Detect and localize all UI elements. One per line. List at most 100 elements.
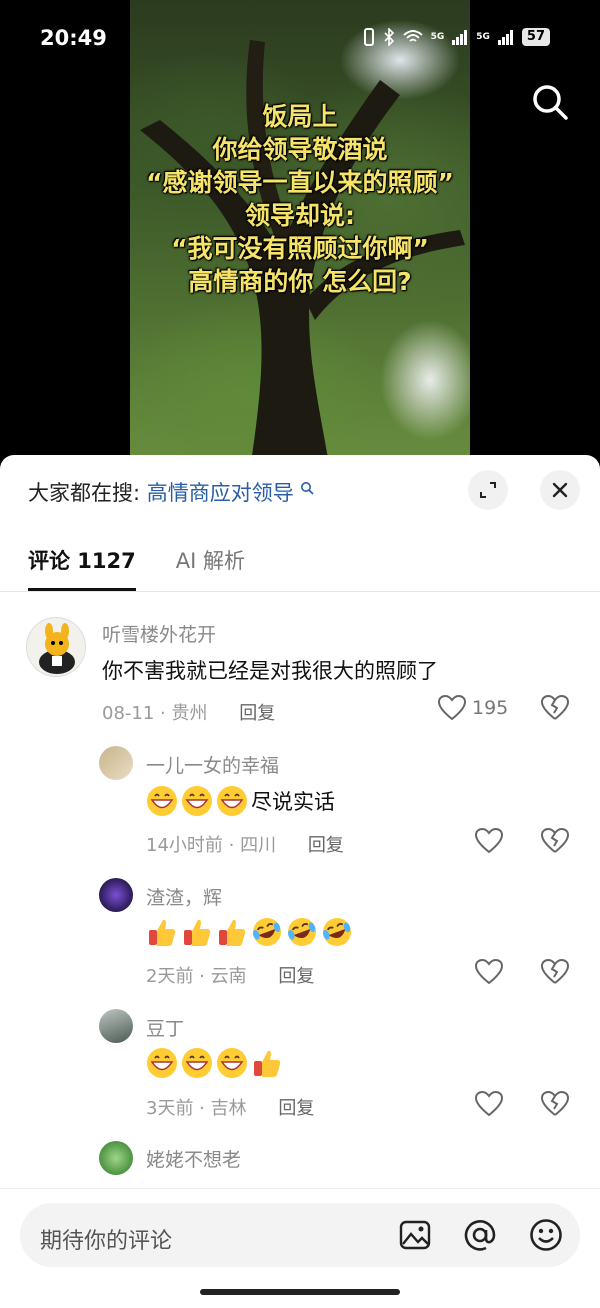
home-indicator[interactable] [200,1289,400,1295]
laugh-cry-emoji [251,916,283,948]
avatar[interactable] [26,617,86,677]
battery-indicator: 57 [521,28,550,46]
trending-keyword[interactable]: 高情商应对领导 [147,481,294,505]
wifi-icon [402,30,423,42]
caption-line: 领导却说: [245,201,355,230]
grin-emoji [181,785,213,817]
broken-heart-icon [541,828,569,853]
reply-button[interactable]: 回复 [278,966,314,987]
heart-icon [475,828,503,854]
broken-heart-icon [541,959,569,984]
comment-meta: 14小时前 · 四川 回复 [146,835,344,856]
comment-text [146,1047,286,1079]
comment-input-placeholder: 期待你的评论 [40,1229,173,1254]
close-button[interactable] [540,470,580,510]
comment-meta: 08-11 · 贵州 回复 [102,703,276,724]
at-icon [464,1220,496,1251]
search-icon[interactable] [530,82,570,126]
laugh-cry-emoji [321,916,353,948]
reply-button[interactable]: 回复 [308,835,344,856]
signal-icon [497,30,513,45]
caption-line: “我可没有照顾过你啊” [171,234,429,263]
tab-comments[interactable]: 评论 1127 [28,545,136,591]
image-button[interactable] [395,1215,435,1255]
avatar[interactable] [99,746,133,780]
dislike-button[interactable] [541,828,569,854]
comment-text-body: 尽说实话 [251,790,335,814]
comment-text [146,916,356,948]
dislike-button[interactable] [541,1091,569,1117]
like-count: 195 [472,697,509,719]
status-time: 20:49 [40,26,107,50]
bluetooth-icon [384,28,394,46]
video-player[interactable]: 饭局上 你给领导敬酒说 “感谢领导一直以来的照顾” 领导却说: “我可没有照顾过… [0,0,600,470]
avatar[interactable] [99,1009,133,1043]
broken-heart-icon [541,695,569,720]
reply-button[interactable]: 回复 [239,703,275,724]
comment-location: 贵州 [171,703,208,724]
thumbs-up-emoji [146,916,178,948]
expand-icon [480,482,496,498]
divider [0,591,600,592]
heart-icon [475,1091,503,1117]
grin-emoji [216,1047,248,1079]
signal-icon [452,30,468,45]
heart-icon [438,695,466,721]
comment-composer: 期待你的评论 [0,1188,600,1308]
heart-icon [475,959,503,985]
tab-ai-analysis[interactable]: AI 解析 [176,545,245,591]
status-icons: 5G 5G 57 [363,28,550,46]
image-icon [399,1220,431,1250]
thumbs-up-emoji [181,916,213,948]
emoji-button[interactable] [526,1215,566,1255]
laugh-cry-emoji [286,916,318,948]
commenter-name[interactable]: 渣渣，辉 [146,883,222,910]
grin-emoji [146,785,178,817]
comment-date: 2天前 [146,966,194,987]
commenter-name[interactable]: 听雪楼外花开 [102,620,216,647]
vibrate-icon [363,28,374,46]
grin-emoji [146,1047,178,1079]
like-button[interactable] [475,828,503,854]
video-caption: 饭局上 你给领导敬酒说 “感谢领导一直以来的照顾” 领导却说: “我可没有照顾过… [130,100,470,298]
like-button[interactable] [475,959,503,985]
avatar[interactable] [99,878,133,912]
comment-location: 四川 [240,835,277,856]
avatar[interactable] [99,1141,133,1175]
dislike-button[interactable] [541,695,569,721]
broken-heart-icon [541,1091,569,1116]
dislike-button[interactable] [541,959,569,985]
comment-meta: 3天前 · 吉林 回复 [146,1098,315,1119]
comment-tabs: 评论 1127 AI 解析 [28,545,245,591]
network-label: 5G [430,32,445,42]
mention-button[interactable] [460,1215,500,1255]
thumbs-up-emoji [216,916,248,948]
commenter-name[interactable]: 一儿一女的幸福 [146,751,279,778]
comment-date: 08-11 [102,703,155,724]
grin-emoji [216,785,248,817]
caption-line: 高情商的你 怎么回? [188,267,412,296]
comment-location: 吉林 [210,1098,247,1119]
trending-prefix: 大家都在搜: [28,481,141,505]
caption-line: 饭局上 [262,102,338,131]
reply-button[interactable]: 回复 [278,1098,314,1119]
caption-line: 你给领导敬酒说 [212,135,388,164]
thumbs-up-emoji [251,1047,283,1079]
like-button[interactable]: 195 [438,695,508,721]
expand-button[interactable] [468,470,508,510]
comment-date: 3天前 [146,1098,194,1119]
smile-icon [530,1219,562,1251]
like-button[interactable] [475,1091,503,1117]
comment-input[interactable]: 期待你的评论 [20,1203,580,1267]
comment-location: 云南 [210,966,247,987]
comment-meta: 2天前 · 云南 回复 [146,966,315,987]
commenter-name[interactable]: 姥姥不想老 [146,1145,241,1172]
comment-text: 尽说实话 [146,785,335,817]
comment-text: 你不害我就已经是对我很大的照顾了 [102,659,438,683]
network-label: 5G [476,32,490,42]
comment-sheet: 大家都在搜: 高情商应对领导 评论 1127 AI 解析 听雪楼外花开 你不害我… [0,455,600,1308]
comment-date: 14小时前 [146,835,223,856]
commenter-name[interactable]: 豆丁 [146,1014,184,1041]
trending-search[interactable]: 大家都在搜: 高情商应对领导 [28,477,315,507]
search-icon [301,482,315,495]
